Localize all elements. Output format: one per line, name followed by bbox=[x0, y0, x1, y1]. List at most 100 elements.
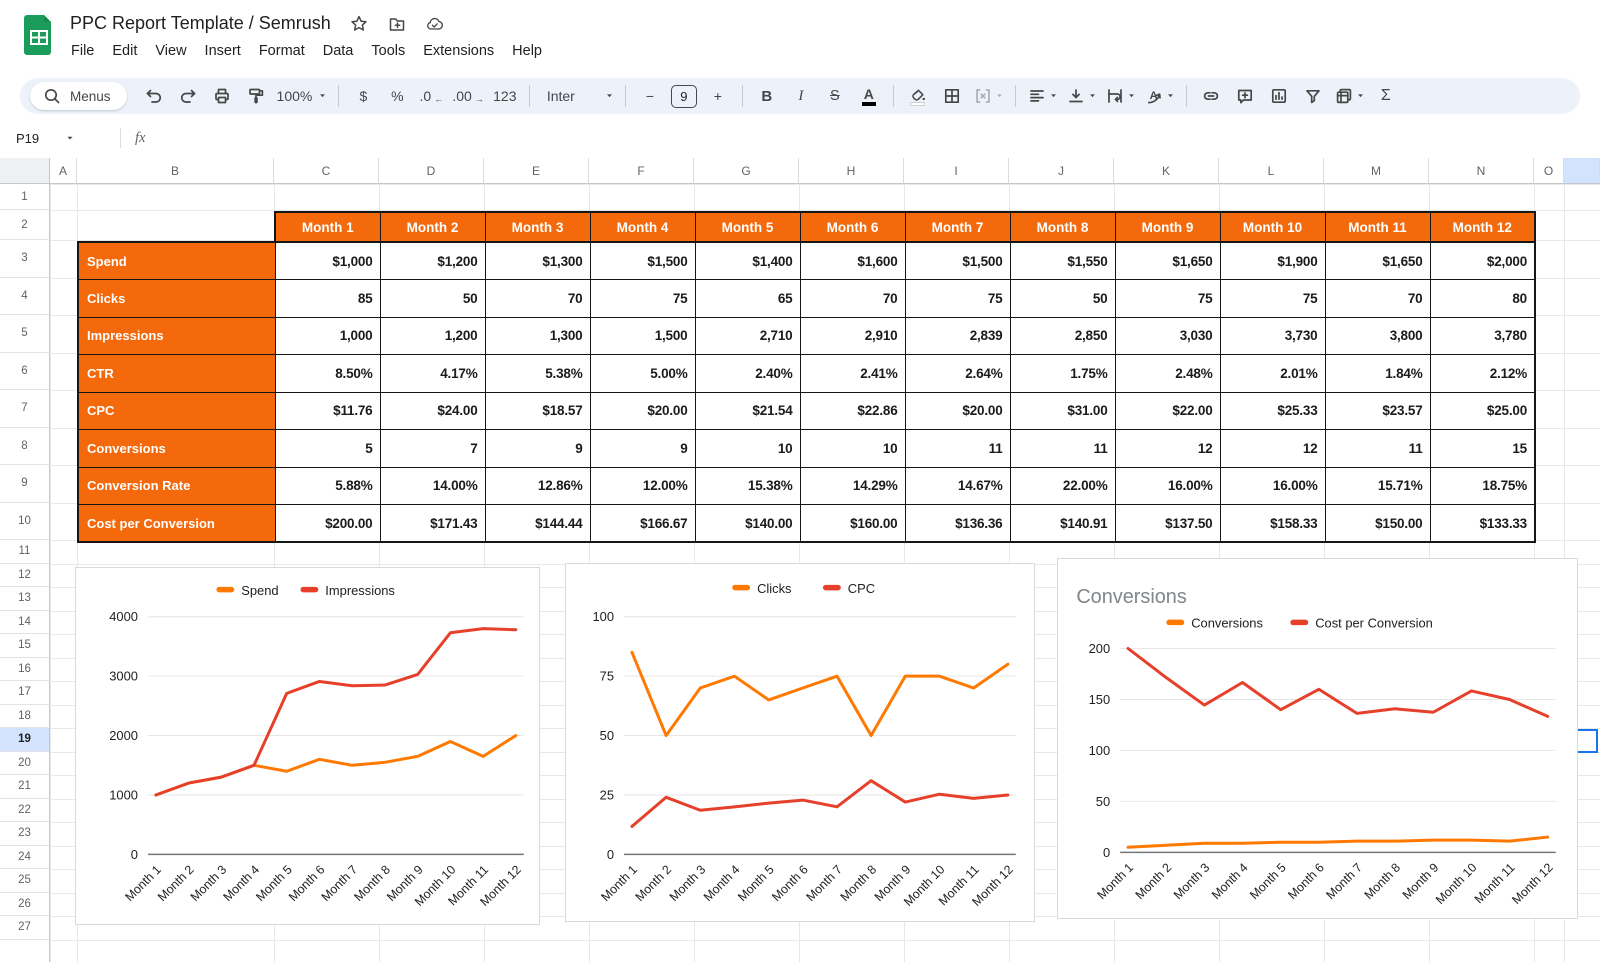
table-cell[interactable]: 2.41% bbox=[800, 355, 905, 393]
row-header-7[interactable]: 7 bbox=[0, 390, 50, 428]
table-cell[interactable]: $136.36 bbox=[905, 505, 1010, 543]
decrease-decimal-places-button[interactable]: .0← bbox=[414, 82, 448, 110]
row-header-17[interactable]: 17 bbox=[0, 681, 50, 705]
table-cell[interactable]: 3,730 bbox=[1220, 317, 1325, 355]
table-cell[interactable]: 14.67% bbox=[905, 467, 1010, 505]
column-header-A[interactable]: A bbox=[50, 158, 77, 184]
row-label-spend[interactable]: Spend bbox=[78, 242, 275, 280]
table-cell[interactable]: 5.38% bbox=[485, 355, 590, 393]
table-cell[interactable]: 70 bbox=[800, 280, 905, 318]
insert-comment-button[interactable] bbox=[1228, 82, 1262, 110]
table-cell[interactable]: 12.00% bbox=[590, 467, 695, 505]
row-header-27[interactable]: 27 bbox=[0, 916, 50, 940]
column-header-C[interactable]: C bbox=[274, 158, 379, 184]
table-cell[interactable]: $140.00 bbox=[695, 505, 800, 543]
table-cell[interactable]: 2,839 bbox=[905, 317, 1010, 355]
table-cell[interactable]: 12.86% bbox=[485, 467, 590, 505]
row-label-cpc[interactable]: CPC bbox=[78, 392, 275, 430]
row-header-20[interactable]: 20 bbox=[0, 752, 50, 776]
table-cell[interactable]: 14.29% bbox=[800, 467, 905, 505]
table-views-button[interactable] bbox=[1330, 82, 1369, 110]
chart-spend-impressions[interactable]: 01000200030004000Month 1Month 2Month 3Mo… bbox=[75, 567, 540, 925]
decrease-font-size-button[interactable]: − bbox=[633, 82, 667, 110]
create-filter-button[interactable] bbox=[1296, 82, 1330, 110]
table-cell[interactable]: 1.84% bbox=[1325, 355, 1430, 393]
row-header-3[interactable]: 3 bbox=[0, 240, 50, 278]
column-header-O[interactable]: O bbox=[1534, 158, 1564, 184]
table-cell[interactable]: 65 bbox=[695, 280, 800, 318]
table-cell[interactable]: $1,500 bbox=[905, 242, 1010, 280]
row-label-ctr[interactable]: CTR bbox=[78, 355, 275, 393]
month-header-8[interactable]: Month 8 bbox=[1010, 212, 1115, 242]
fill-color-button[interactable] bbox=[901, 82, 935, 110]
row-label-conversion-rate[interactable]: Conversion Rate bbox=[78, 467, 275, 505]
table-cell[interactable]: $1,550 bbox=[1010, 242, 1115, 280]
table-cell[interactable]: $21.54 bbox=[695, 392, 800, 430]
table-cell[interactable]: 5.88% bbox=[275, 467, 380, 505]
increase-font-size-button[interactable]: + bbox=[701, 82, 735, 110]
font-size-button[interactable]: 9 bbox=[667, 82, 701, 110]
print-button[interactable] bbox=[205, 82, 239, 110]
menu-insert[interactable]: Insert bbox=[196, 40, 250, 62]
row-header-26[interactable]: 26 bbox=[0, 893, 50, 917]
strikethrough-button[interactable]: S bbox=[818, 82, 852, 110]
vertical-align-button[interactable] bbox=[1062, 82, 1101, 110]
table-cell[interactable]: $22.86 bbox=[800, 392, 905, 430]
table-cell[interactable]: 2.40% bbox=[695, 355, 800, 393]
table-cell[interactable]: $1,650 bbox=[1325, 242, 1430, 280]
row-header-13[interactable]: 13 bbox=[0, 587, 50, 611]
table-cell[interactable]: 10 bbox=[800, 430, 905, 468]
table-cell[interactable]: $137.50 bbox=[1115, 505, 1220, 543]
table-cell[interactable]: 7 bbox=[380, 430, 485, 468]
month-header-5[interactable]: Month 5 bbox=[695, 212, 800, 242]
table-cell[interactable]: 2,850 bbox=[1010, 317, 1115, 355]
row-header-4[interactable]: 4 bbox=[0, 278, 50, 316]
month-header-11[interactable]: Month 11 bbox=[1325, 212, 1430, 242]
table-cell[interactable]: $1,300 bbox=[485, 242, 590, 280]
bold-button[interactable]: B bbox=[750, 82, 784, 110]
table-cell[interactable]: 5 bbox=[275, 430, 380, 468]
zoom-button[interactable]: 100% bbox=[273, 82, 332, 110]
row-label-impressions[interactable]: Impressions bbox=[78, 317, 275, 355]
row-label-clicks[interactable]: Clicks bbox=[78, 280, 275, 318]
month-header-9[interactable]: Month 9 bbox=[1115, 212, 1220, 242]
table-cell[interactable]: $20.00 bbox=[905, 392, 1010, 430]
row-header-16[interactable]: 16 bbox=[0, 658, 50, 682]
table-cell[interactable]: 2.12% bbox=[1430, 355, 1535, 393]
table-cell[interactable]: $1,000 bbox=[275, 242, 380, 280]
table-cell[interactable]: $22.00 bbox=[1115, 392, 1220, 430]
increase-decimal-places-button[interactable]: .00→ bbox=[448, 82, 487, 110]
row-header-23[interactable]: 23 bbox=[0, 822, 50, 846]
month-header-6[interactable]: Month 6 bbox=[800, 212, 905, 242]
table-cell[interactable]: 75 bbox=[905, 280, 1010, 318]
row-header-22[interactable]: 22 bbox=[0, 799, 50, 823]
text-rotation-button[interactable]: A bbox=[1140, 82, 1179, 110]
column-header-F[interactable]: F bbox=[589, 158, 694, 184]
table-cell[interactable]: 12 bbox=[1115, 430, 1220, 468]
table-cell[interactable]: $24.00 bbox=[380, 392, 485, 430]
row-header-19[interactable]: 19 bbox=[0, 728, 50, 752]
menu-file[interactable]: File bbox=[62, 40, 103, 62]
table-cell[interactable]: 2.64% bbox=[905, 355, 1010, 393]
menu-help[interactable]: Help bbox=[503, 40, 551, 62]
row-label-cost-per-conversion[interactable]: Cost per Conversion bbox=[78, 505, 275, 543]
table-cell[interactable]: 3,780 bbox=[1430, 317, 1535, 355]
table-cell[interactable]: $18.57 bbox=[485, 392, 590, 430]
menu-tools[interactable]: Tools bbox=[362, 40, 414, 62]
column-header-E[interactable]: E bbox=[484, 158, 589, 184]
paint-format-button[interactable] bbox=[239, 82, 273, 110]
text-wrapping-button[interactable] bbox=[1101, 82, 1140, 110]
table-cell[interactable]: 50 bbox=[380, 280, 485, 318]
row-header-15[interactable]: 15 bbox=[0, 634, 50, 658]
row-header-18[interactable]: 18 bbox=[0, 705, 50, 729]
star-icon[interactable] bbox=[349, 14, 369, 34]
borders-button[interactable] bbox=[935, 82, 969, 110]
cloud-status-icon[interactable] bbox=[425, 14, 445, 34]
redo-button[interactable] bbox=[171, 82, 205, 110]
row-header-9[interactable]: 9 bbox=[0, 465, 50, 503]
format-as-currency-button[interactable]: $ bbox=[346, 82, 380, 110]
menu-format[interactable]: Format bbox=[250, 40, 314, 62]
table-cell[interactable]: $1,500 bbox=[590, 242, 695, 280]
month-header-10[interactable]: Month 10 bbox=[1220, 212, 1325, 242]
row-header-12[interactable]: 12 bbox=[0, 564, 50, 588]
